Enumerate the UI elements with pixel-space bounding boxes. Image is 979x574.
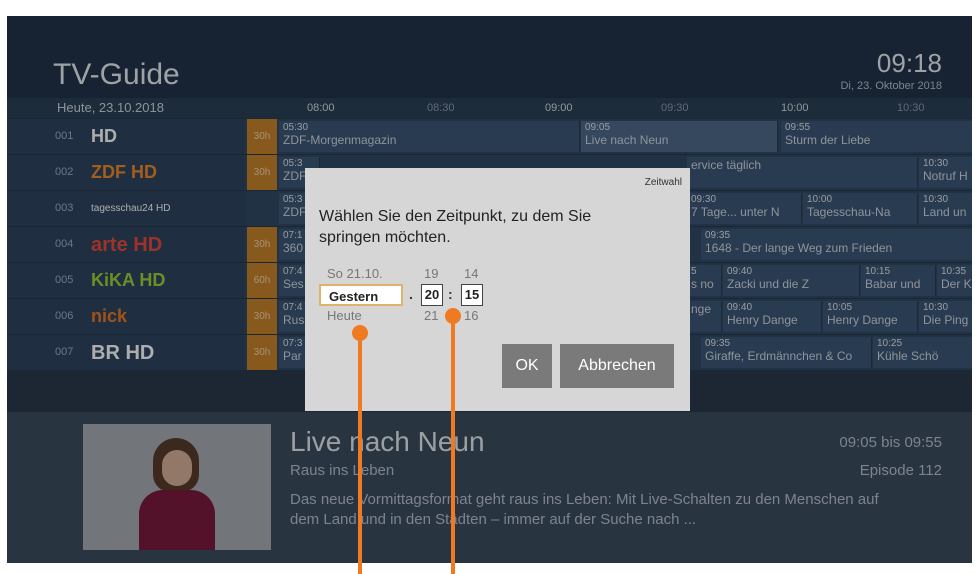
- hour-picker[interactable]: 20: [421, 284, 443, 306]
- day-prev-option[interactable]: So 21.10.: [327, 266, 383, 281]
- callout-line-day: [358, 337, 362, 574]
- callout-dot-time: [445, 308, 461, 324]
- ok-button[interactable]: OK: [502, 344, 552, 388]
- time-select-dialog: Zeitwahl Wählen Sie den Zeitpunkt, zu de…: [305, 168, 690, 411]
- day-next-option[interactable]: Heute: [327, 308, 362, 323]
- hour-prev-option[interactable]: 19: [424, 266, 438, 281]
- day-separator: .: [409, 286, 413, 302]
- callout-dot-day: [352, 325, 368, 341]
- minute-next-option[interactable]: 16: [464, 308, 478, 323]
- day-picker[interactable]: Gestern: [319, 284, 403, 306]
- dialog-message: Wählen Sie den Zeitpunkt, zu dem Sie spr…: [319, 208, 592, 246]
- minute-prev-option[interactable]: 14: [464, 266, 478, 281]
- dialog-label: Zeitwahl: [644, 177, 682, 188]
- callout-line-time: [451, 320, 455, 574]
- time-separator: :: [448, 286, 453, 302]
- tv-guide-screen: TV-Guide 09:18 Di, 23. Oktober 2018 Heut…: [7, 16, 972, 563]
- hour-next-option[interactable]: 21: [424, 308, 438, 323]
- cancel-button[interactable]: Abbrechen: [560, 344, 674, 388]
- minute-picker[interactable]: 15: [461, 284, 483, 306]
